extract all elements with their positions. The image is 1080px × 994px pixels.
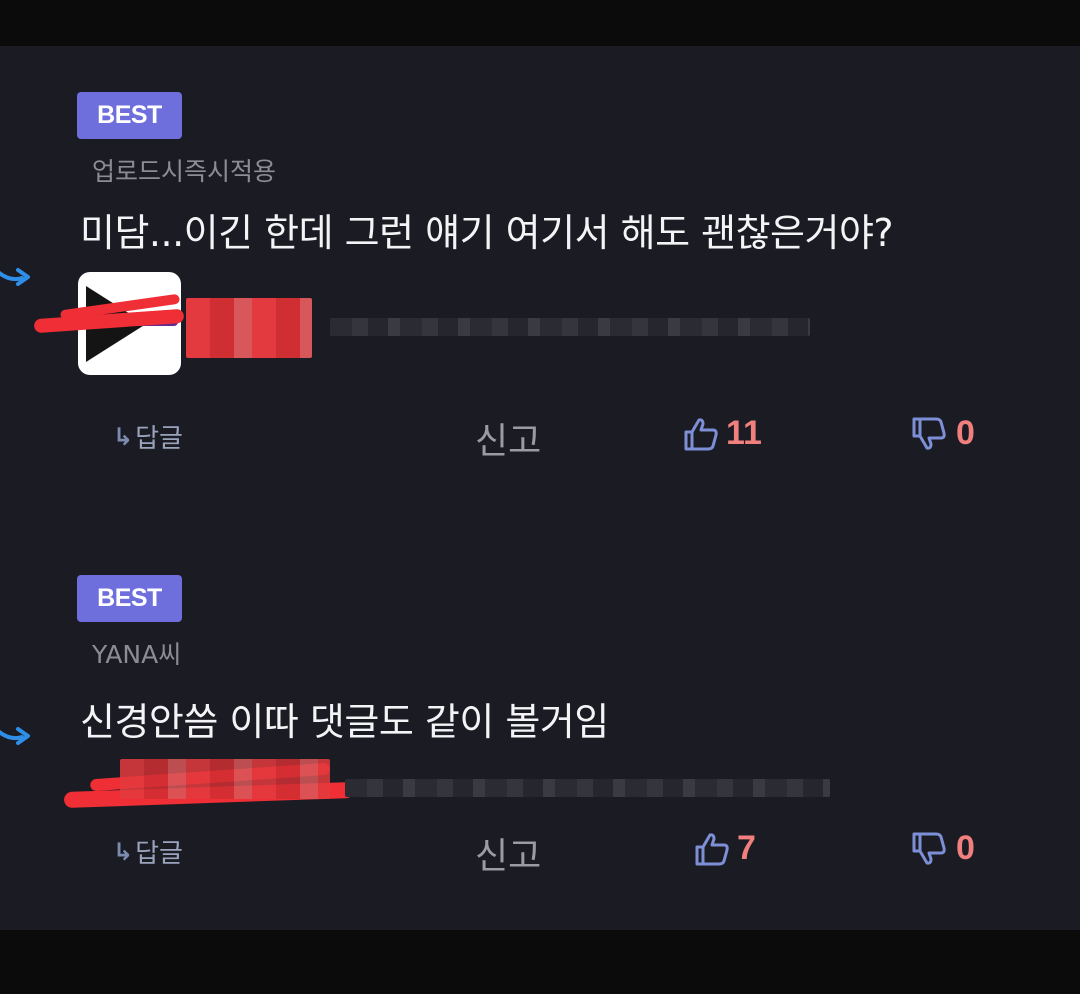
dislike-button[interactable]: 0 [910,414,975,453]
comment-panel: BEST 업로드시즉시적용 미담...이긴 한데 그런 얘기 여기서 해도 괜찮… [0,46,1080,930]
redacted-username [186,298,312,358]
best-badge: BEST [77,575,182,622]
blurred-text [345,779,830,797]
comment-actions: ↳ 답글 신고 7 0 [0,825,1080,877]
thumbs-up-icon [695,832,729,865]
comment-actions: ↳ 답글 신고 11 0 [0,410,1080,462]
top-bar [0,0,1080,46]
thumbs-down-icon [912,417,946,450]
reply-arrow-icon: ↳ [113,422,134,451]
comment-nickname[interactable]: YANA씨 [92,635,181,671]
dislike-button[interactable]: 0 [910,829,975,868]
curved-arrow-icon [0,268,30,286]
comment-nickname[interactable]: 업로드시즉시적용 [92,152,276,188]
thumbs-down-icon [912,832,946,865]
redacted-username [120,759,330,799]
reply-button[interactable]: ↳ 답글 [113,833,183,870]
like-button[interactable]: 7 [693,829,756,868]
report-button[interactable]: 신고 [475,412,541,464]
curved-arrow-icon [0,727,30,745]
like-count: 7 [737,829,756,867]
comment-text: 신경안씀 이따 댓글도 같이 볼거임 [80,700,609,744]
blurred-text [330,318,810,336]
report-button[interactable]: 신고 [475,827,541,879]
comment-text: 미담...이긴 한데 그런 얘기 여기서 해도 괜찮은거야? [80,211,894,255]
like-count: 11 [726,414,762,452]
reply-label: 답글 [135,424,183,454]
like-button[interactable]: 11 [682,414,762,453]
dislike-count: 0 [956,829,975,867]
thumbs-up-icon [684,417,718,450]
best-badge: BEST [77,92,182,139]
bottom-bar [0,930,1080,994]
reply-arrow-icon: ↳ [113,837,134,866]
reply-label: 답글 [135,839,183,869]
dislike-count: 0 [956,414,975,452]
reply-button[interactable]: ↳ 답글 [113,418,183,455]
